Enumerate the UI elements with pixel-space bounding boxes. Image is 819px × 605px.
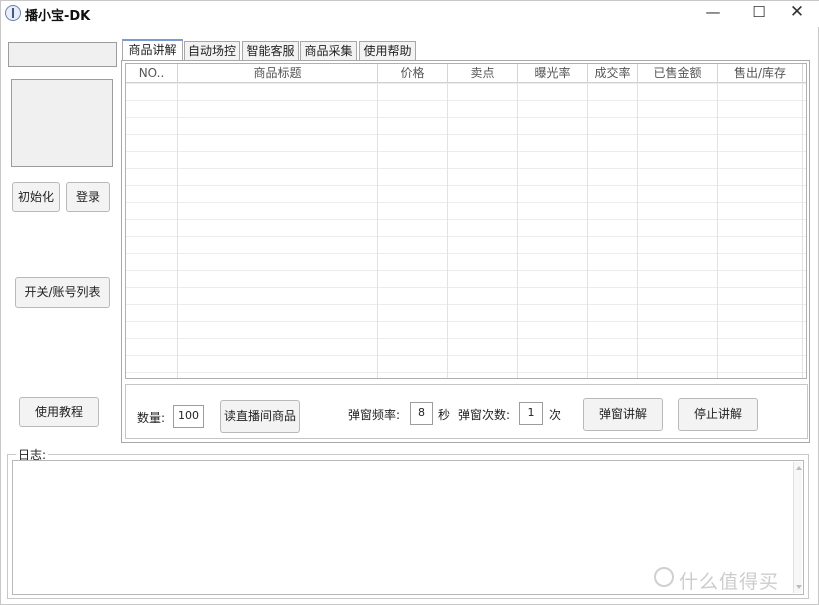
column-divider — [802, 64, 803, 378]
window-title: 播小宝-DK — [25, 9, 91, 24]
app-logo-icon — [5, 5, 21, 21]
log-scrollbar[interactable] — [793, 462, 802, 593]
col-header-sold-amount[interactable]: 已售金额 — [638, 64, 718, 83]
times-unit-label: 次 — [549, 408, 562, 422]
column-divider — [177, 64, 178, 378]
column-divider — [377, 64, 378, 378]
tab-smart-service[interactable]: 智能客服 — [242, 41, 299, 61]
col-header-exposure[interactable]: 曝光率 — [518, 64, 588, 83]
tab-product-explain[interactable]: 商品讲解 — [122, 39, 183, 61]
read-live-products-button[interactable]: 读直播间商品 — [220, 400, 300, 433]
table-header: NO.. 商品标题 价格 卖点 曝光率 成交率 已售金额 售出/库存 — [126, 64, 806, 83]
seconds-unit-label: 秒 — [438, 408, 451, 422]
col-header-selling-point[interactable]: 卖点 — [448, 64, 518, 83]
column-divider — [637, 64, 638, 378]
quantity-input[interactable]: 100 — [173, 405, 204, 428]
watermark-text: 什么值得买 — [679, 571, 780, 593]
product-table[interactable]: NO.. 商品标题 价格 卖点 曝光率 成交率 已售金额 售出/库存 — [125, 63, 807, 379]
popup-frequency-label: 弹窗频率: — [348, 408, 401, 422]
popup-explain-button[interactable]: 弹窗讲解 — [583, 398, 663, 431]
column-divider — [447, 64, 448, 378]
table-body — [126, 83, 806, 378]
login-button[interactable]: 登录 — [66, 182, 110, 212]
col-header-sold-stock[interactable]: 售出/库存 — [718, 64, 803, 83]
tab-help[interactable]: 使用帮助 — [359, 41, 416, 61]
col-header-no[interactable]: NO.. — [126, 64, 178, 83]
app-window: 播小宝-DK — ☐ ✕ 初始化 登录 开关/账号列表 使用教程 商品讲解 自动… — [0, 0, 819, 605]
quantity-label: 数量: — [137, 411, 166, 425]
zhi-logo-icon — [654, 567, 674, 587]
popup-count-label: 弹窗次数: — [458, 408, 511, 422]
popup-count-input[interactable]: 1 — [519, 402, 543, 425]
col-header-conversion[interactable]: 成交率 — [588, 64, 638, 83]
account-list-button[interactable]: 开关/账号列表 — [15, 277, 110, 308]
minimize-button[interactable]: — — [690, 1, 736, 25]
init-button[interactable]: 初始化 — [12, 182, 60, 212]
title-bar: 播小宝-DK — ☐ ✕ — [1, 1, 819, 27]
col-header-title[interactable]: 商品标题 — [178, 64, 378, 83]
column-divider — [587, 64, 588, 378]
column-divider — [717, 64, 718, 378]
col-header-price[interactable]: 价格 — [378, 64, 448, 83]
tab-auto-control[interactable]: 自动场控 — [184, 41, 240, 61]
popup-frequency-input[interactable]: 8 — [410, 402, 433, 425]
qr-code-area — [11, 79, 113, 167]
column-divider — [517, 64, 518, 378]
tab-product-collect[interactable]: 商品采集 — [300, 41, 357, 61]
close-button[interactable]: ✕ — [774, 1, 819, 25]
stop-explain-button[interactable]: 停止讲解 — [678, 398, 758, 431]
tutorial-button[interactable]: 使用教程 — [19, 397, 99, 427]
left-status-box — [8, 42, 117, 67]
